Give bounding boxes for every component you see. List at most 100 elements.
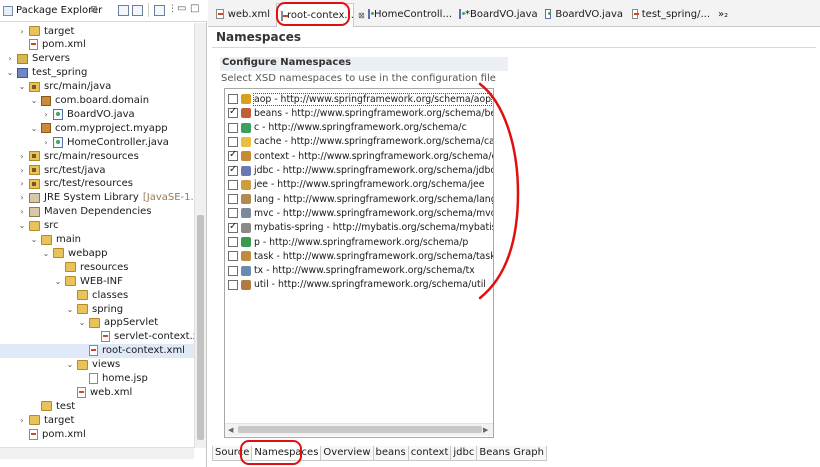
minimize-icon[interactable]: ▭ [177, 3, 186, 14]
namespace-list[interactable]: aop - http://www.springframework.org/sch… [224, 88, 494, 438]
editor-tab[interactable]: BoardVO.java [541, 3, 623, 25]
expand-toggle-icon[interactable]: › [18, 193, 26, 202]
tree-item[interactable]: › src/test/resources [0, 177, 133, 191]
expand-toggle-icon[interactable]: › [42, 138, 50, 147]
tree-item[interactable]: › target [0, 413, 74, 427]
namespace-row[interactable]: tx - http://www.springframework.org/sche… [228, 264, 475, 278]
tree-scroll-thumb[interactable] [197, 215, 204, 440]
expand-toggle-icon[interactable]: ⌄ [30, 235, 38, 244]
bottom-tab[interactable]: beans [372, 446, 409, 461]
tree-item[interactable]: ⌄ views [0, 358, 121, 372]
focus-icon[interactable] [154, 5, 165, 16]
tree-item[interactable]: ⌄ appServlet [0, 316, 159, 330]
editor-tab[interactable]: »₂ [714, 3, 734, 25]
namespace-row[interactable]: mvc - http://www.springframework.org/sch… [228, 206, 493, 220]
tree-item[interactable]: ⌄ src [0, 219, 59, 233]
expand-toggle-icon[interactable]: › [18, 166, 26, 175]
tree-item[interactable]: ⌄ WEB-INF [0, 274, 123, 288]
namespace-row[interactable]: aop - http://www.springframework.org/sch… [228, 92, 493, 106]
namespace-checkbox[interactable] [228, 208, 238, 219]
namespace-row[interactable]: beans - http://www.springframework.org/s… [228, 106, 493, 120]
tree-item[interactable]: › src/main/resources [0, 149, 138, 163]
tree-item[interactable]: home.jsp [0, 372, 148, 386]
namespace-checkbox[interactable] [228, 265, 238, 276]
namespace-checkbox[interactable] [228, 122, 238, 133]
tree-item[interactable]: classes [0, 288, 128, 302]
link-with-editor-icon[interactable] [132, 5, 143, 16]
tree-item[interactable]: › JRE System Library[JavaSE-1.6] [0, 191, 194, 205]
expand-toggle-icon[interactable]: ⌄ [6, 68, 14, 77]
editor-tab[interactable]: web.xml [212, 3, 270, 25]
tree-item[interactable]: › target [0, 24, 74, 38]
namespace-checkbox[interactable] [228, 94, 238, 104]
collapse-all-icon[interactable] [118, 5, 129, 16]
expand-toggle-icon[interactable]: › [18, 179, 26, 188]
tree-item[interactable]: ⌄ com.myproject.myapp [0, 121, 168, 135]
expand-toggle-icon[interactable]: ⌄ [30, 96, 38, 105]
tree-item[interactable]: ⌄ webapp [0, 246, 108, 260]
bottom-tab[interactable]: Beans Graph [476, 446, 547, 461]
expand-toggle-icon[interactable]: › [6, 54, 14, 63]
bottom-tab[interactable]: Overview [320, 446, 374, 461]
namespace-checkbox[interactable] [228, 106, 238, 119]
bottom-tab[interactable]: context [407, 446, 452, 461]
namespace-checkbox[interactable] [228, 136, 238, 147]
tree-item[interactable]: ⌄ src/main/java [0, 80, 112, 94]
namespace-row[interactable]: jdbc - http://www.springframework.org/sc… [228, 164, 493, 178]
namespace-row[interactable]: lang - http://www.springframework.org/sc… [228, 192, 493, 206]
tree-item[interactable]: servlet-context.xml [0, 330, 194, 344]
namespace-row[interactable]: task - http://www.springframework.org/sc… [228, 249, 493, 263]
expand-toggle-icon[interactable]: ⌄ [66, 305, 74, 314]
scroll-left-icon[interactable]: ◀ [228, 426, 233, 434]
expand-toggle-icon[interactable]: › [18, 152, 26, 161]
expand-toggle-icon[interactable]: ⌄ [66, 360, 74, 369]
namespace-checkbox[interactable] [228, 221, 238, 233]
namespace-row[interactable]: context - http://www.springframework.org… [228, 149, 493, 163]
expand-toggle-icon[interactable]: › [18, 207, 26, 216]
tree-item[interactable]: ⌄ main [0, 233, 81, 247]
tree-item[interactable]: › src/test/java [0, 163, 105, 177]
maximize-icon[interactable]: □ [190, 3, 199, 14]
tree-item[interactable]: root-context.xml [0, 343, 194, 358]
editor-tab[interactable]: HomeControll... [364, 3, 452, 25]
expand-toggle-icon[interactable]: ⌄ [78, 318, 86, 327]
tree-item[interactable]: resources [0, 260, 128, 274]
expand-toggle-icon[interactable]: ⌄ [42, 249, 50, 258]
bottom-tab[interactable]: jdbc [450, 446, 478, 461]
project-tree[interactable]: › target pom.xml › Servers ⌄ test_spring ⌄ src/m… [0, 23, 194, 443]
expand-toggle-icon[interactable]: › [42, 110, 50, 119]
tree-item[interactable]: › BoardVO.java [0, 107, 135, 121]
namespace-row[interactable]: cache - http://www.springframework.org/s… [228, 135, 493, 149]
namespace-checkbox[interactable] [228, 179, 238, 190]
namespace-checkbox[interactable] [228, 251, 238, 262]
tree-item[interactable]: ⌄ test_spring [0, 66, 88, 80]
tree-item[interactable]: test [0, 399, 75, 413]
tree-item[interactable]: web.xml [0, 385, 132, 399]
namespace-checkbox[interactable] [228, 194, 238, 205]
tree-item[interactable]: › Servers [0, 52, 70, 66]
expand-toggle-icon[interactable]: ⌄ [18, 82, 26, 91]
tree-item[interactable]: ⌄ com.board.domain [0, 94, 149, 108]
tree-item[interactable]: pom.xml [0, 427, 86, 441]
namespace-checkbox[interactable] [228, 149, 238, 162]
namespace-checkbox[interactable] [228, 164, 238, 176]
tree-item[interactable]: › HomeController.java [0, 135, 169, 149]
namespace-checkbox[interactable] [228, 237, 238, 247]
editor-tab[interactable]: *BoardVO.java [455, 3, 538, 25]
namespace-row[interactable]: mybatis-spring - http://mybatis.org/sche… [228, 221, 493, 235]
tree-horizontal-scrollbar[interactable] [0, 447, 194, 459]
namespace-row[interactable]: c - http://www.springframework.org/schem… [228, 121, 467, 135]
expand-toggle-icon[interactable]: ⌄ [30, 124, 38, 133]
expand-toggle-icon[interactable]: ⌄ [18, 221, 26, 230]
namespace-list-scroll-thumb[interactable] [238, 426, 482, 433]
tree-item[interactable]: ⌄ spring [0, 302, 124, 316]
namespace-row[interactable]: util - http://www.springframework.org/sc… [228, 278, 486, 292]
expand-toggle-icon[interactable]: › [18, 27, 26, 36]
expand-toggle-icon[interactable]: › [18, 416, 26, 425]
close-view-icon[interactable]: ⊠ [90, 5, 98, 15]
expand-toggle-icon[interactable]: ⌄ [54, 277, 62, 286]
view-menu-icon[interactable]: ⋮ [168, 4, 177, 14]
tree-item[interactable]: › Maven Dependencies [0, 205, 151, 219]
editor-tab[interactable]: test_spring/... [628, 3, 710, 25]
namespace-row[interactable]: p - http://www.springframework.org/schem… [228, 235, 468, 249]
